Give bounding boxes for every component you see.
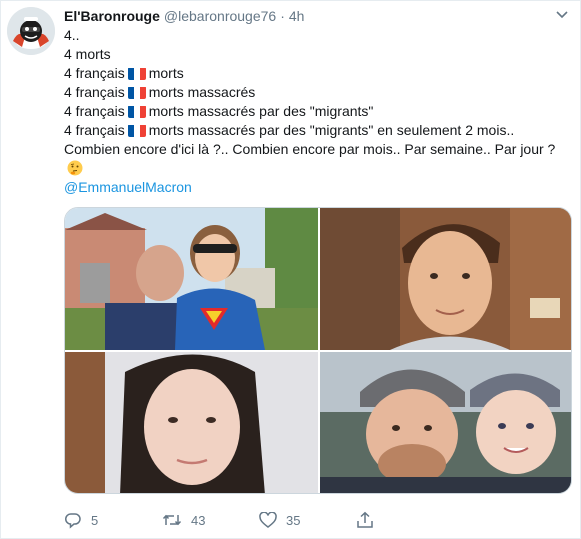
photo-young-woman[interactable] (65, 352, 318, 493)
tweet-actions: 5 43 35 (64, 510, 414, 530)
france-flag-icon (127, 67, 146, 80)
france-flag-icon (127, 124, 146, 137)
tweet-line: Combien encore d'ici là ?.. Combien enco… (64, 140, 564, 178)
france-flag-icon (127, 86, 146, 99)
heart-icon (259, 512, 277, 528)
media-grid (64, 207, 572, 494)
photo-young-man[interactable] (320, 208, 571, 350)
reply-count: 5 (91, 512, 99, 528)
photo-man-and-girl[interactable] (65, 208, 318, 350)
tweet-line: 4 français morts massacrés par des "migra… (64, 103, 374, 119)
avatar[interactable] (7, 7, 55, 55)
like-button[interactable]: 35 (259, 512, 356, 528)
photo-man-and-child-winter[interactable] (320, 352, 571, 493)
retweet-icon (162, 514, 182, 526)
tweet-header: El'Baronrouge @lebaronrouge76 · 4h (64, 7, 304, 25)
like-count: 35 (286, 512, 301, 528)
reply-button[interactable]: 5 (64, 511, 162, 529)
reply-icon (65, 513, 81, 529)
chevron-down-icon[interactable] (552, 5, 572, 25)
share-button[interactable] (356, 511, 374, 529)
tweet-line: 4.. (64, 27, 80, 43)
tweet-text: 4.. 4 morts 4 français morts 4 français mo… (64, 26, 564, 197)
separator-dot: · (280, 8, 285, 24)
france-flag-icon (127, 105, 146, 118)
share-icon (357, 511, 373, 528)
display-name[interactable]: El'Baronrouge (64, 7, 160, 25)
tweet-line: 4 français morts massacrés (64, 84, 256, 100)
mention-link[interactable]: @EmmanuelMacron (64, 178, 564, 197)
user-handle[interactable]: @lebaronrouge76 (164, 7, 276, 25)
tweet-line: 4 français morts massacrés par des "migra… (64, 122, 515, 138)
timestamp[interactable]: 4h (289, 7, 305, 25)
tweet-line: 4 morts (64, 46, 111, 62)
tweet-line: 4 français morts (64, 65, 184, 81)
tweet-card[interactable]: El'Baronrouge @lebaronrouge76 · 4h 4.. 4… (0, 0, 581, 539)
retweet-count: 43 (191, 512, 206, 528)
retweet-button[interactable]: 43 (162, 512, 259, 528)
thinking-face-emoji (67, 160, 83, 176)
